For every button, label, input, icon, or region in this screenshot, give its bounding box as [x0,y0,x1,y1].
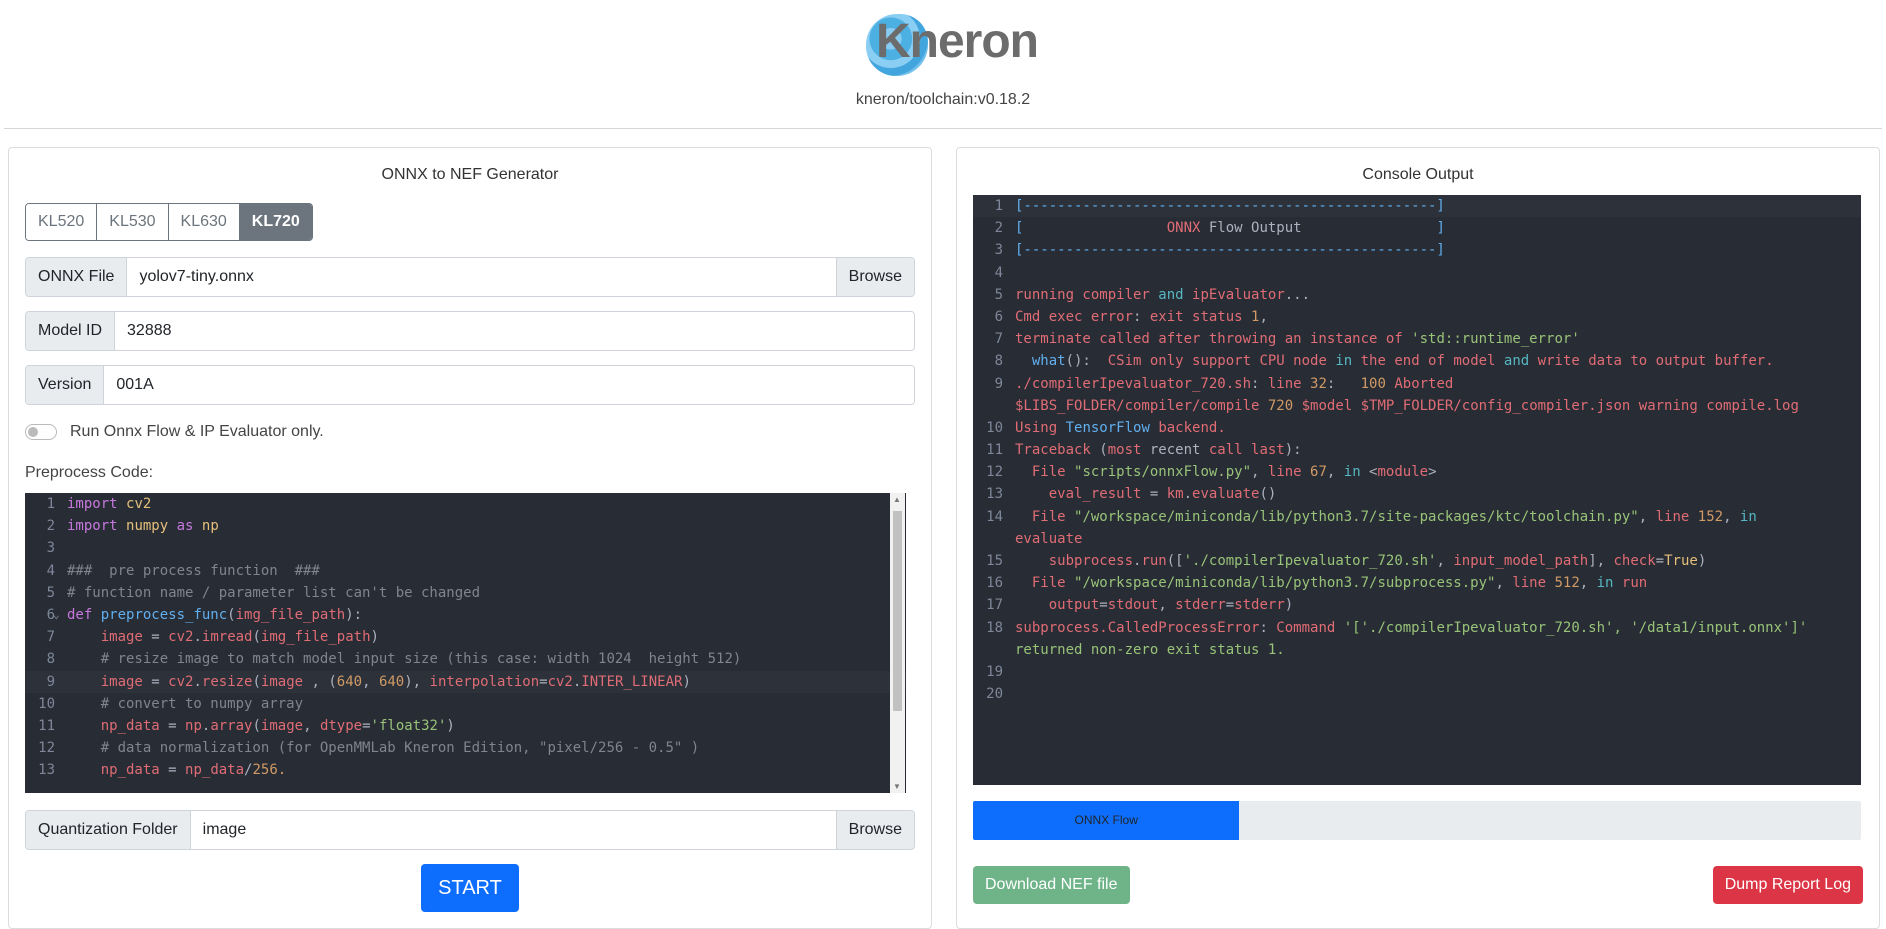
onnx-file-group: ONNX File yolov7-tiny.onnx Browse [25,257,915,297]
chip-option-kl630[interactable]: KL630 [168,204,240,240]
quant-folder-input[interactable]: image [190,811,836,849]
chip-selector: KL520 KL530 KL630 KL720 [25,203,313,241]
console-line: 15 subprocess.run(['./compilerIpevaluato… [986,553,1707,569]
onnx-to-nef-panel: ONNX to NEF Generator KL520 KL530 KL630 … [8,147,932,929]
download-nef-button[interactable]: Download NEF file [973,866,1130,904]
code-line: 11 np_data = np.array(image, dtype='floa… [38,717,455,734]
start-button[interactable]: START [421,864,519,912]
console-line: 6 Cmd exec error: exit status 1, [994,308,1268,325]
model-id-group: Model ID 32888 [25,311,915,351]
console-line: 1 [--------------------------------------… [973,195,1861,218]
code-line: 9 image = cv2.resize(image , (640, 640),… [25,670,906,693]
code-line: 8 # resize image to match model input si… [46,651,742,668]
code-line: 1 import cv2 [46,496,152,512]
panel-title: Console Output [1362,166,1474,183]
quant-browse-button[interactable]: Browse [835,811,914,849]
console-line: 14 File "/workspace/miniconda/lib/python… [986,508,1757,525]
onnx-flow-toggle[interactable]: Run Onnx Flow & IP Evaluator only. [25,423,324,441]
progress-fill: ONNX Flow [973,801,1240,840]
console-line: 11 Traceback (most recent call last): [986,442,1302,459]
console-line: 8 what(): CSim only support CPU node in … [994,353,1774,370]
version-input[interactable]: 001A [104,366,914,404]
chip-option-kl530[interactable]: KL530 [97,204,169,240]
toolchain-version: kneron/toolchain:v0.18.2 [855,91,1031,108]
code-line: 12 # data normalization (for OpenMMLab K… [38,740,700,757]
scroll-down-icon[interactable]: ▼ [893,782,901,791]
version-label: Version [26,366,105,404]
code-line: 5 # function name / parameter list can't … [46,584,481,601]
console-line: 10 Using TensorFlow backend. [986,419,1226,436]
console-line: 4 [994,264,1003,281]
model-id-label: Model ID [26,312,116,350]
preprocess-code-label: Preprocess Code: [25,464,154,481]
preprocess-code-editor[interactable]: 1 import cv2 2 import numpy as np 3 4 ### p… [25,493,906,793]
console-line: 9 ./compilerIpevaluator_720.sh: line 32: … [994,375,1454,392]
code-line: 7 image = cv2.imread(img_file_path) [46,629,379,646]
toggle-label: Run Onnx Flow & IP Evaluator only. [70,423,324,440]
header-divider [4,128,1882,129]
console-line: 19 [986,663,1003,680]
logo-text: Kneron [876,15,1039,68]
console-line: $LIBS_FOLDER/compiler/compile 720 $model… [1015,397,1799,414]
code-line: 10 # convert to numpy array [38,695,304,712]
page-header: Kneron kneron/toolchain:v0.18.2 [0,0,1886,129]
console-line: 20 [986,686,1003,703]
version-group: Version 001A [25,365,915,405]
code-line: 4 ### pre process function ### [46,562,320,579]
onnx-file-input[interactable]: yolov7-tiny.onnx [127,258,836,296]
console-line: 3 [--------------------------------------… [994,242,1445,259]
dump-report-log-button[interactable]: Dump Report Log [1712,866,1863,904]
code-line: 13 np_data = np_data/256. [38,762,287,779]
console-line: returned non-zero exit status 1. [1015,641,1285,658]
console-line: 13 eval_result = km.evaluate() [986,486,1277,503]
console-line: 5 running compiler and ipEvaluator... [994,286,1311,303]
quant-folder-group: Quantization Folder image Browse [25,810,915,850]
console-line: 18 subprocess.CalledProcessError: Command… [986,619,1808,636]
kneron-logo: Kneron [860,8,1039,80]
scroll-up-icon[interactable]: ▲ [893,495,901,504]
console-line: evaluate [1015,530,1083,547]
onnx-file-label: ONNX File [26,258,128,296]
console-line: 2[ ONNX Flow Output ] [994,220,1445,237]
console-line: 16 File "/workspace/miniconda/lib/python… [986,575,1648,592]
onnx-browse-button[interactable]: Browse [835,258,914,296]
chip-option-kl720[interactable]: KL720 [239,204,312,240]
chip-option-kl520[interactable]: KL520 [26,204,98,240]
scroll-thumb[interactable] [893,511,902,711]
console-line: 12 File "scripts/onnxFlow.py", line 67, … [986,464,1437,481]
progress-bar: ONNX Flow [973,801,1861,840]
model-id-input[interactable]: 32888 [115,312,914,350]
code-line: 3 [46,540,55,557]
code-scrollbar[interactable]: ▲ ▼ [890,493,905,793]
panel-title: ONNX to NEF Generator [381,166,559,183]
code-line: 2 import numpy as np [46,518,219,535]
console-output: 1 [--------------------------------------… [973,195,1861,785]
quant-folder-label: Quantization Folder [26,811,191,849]
fold-chevron-icon[interactable]: ⌄ [53,604,60,626]
console-line: 17 output=stdout, stderr=stderr) [986,597,1294,614]
console-line: 7 terminate called after throwing an inst… [994,331,1580,348]
console-output-panel: Console Output 1 [-----------------------… [956,147,1880,929]
code-line: 6 ⌄ def preprocess_func(img_file_path): [25,604,906,626]
toggle-switch[interactable] [25,424,57,440]
